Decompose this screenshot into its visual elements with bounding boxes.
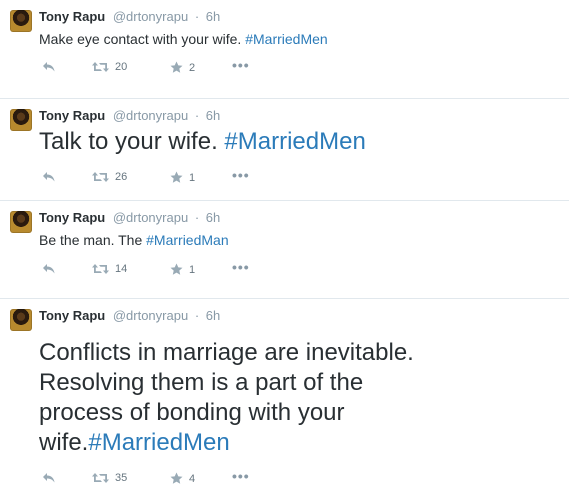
- separator: ·: [194, 108, 200, 123]
- more-icon: •••: [232, 167, 250, 183]
- timestamp[interactable]: 6h: [206, 308, 220, 323]
- retweet-button[interactable]: 20: [92, 61, 127, 73]
- tweet-header: Tony Rapu @drtonyrapu · 6h: [39, 210, 220, 226]
- retweet-count: 35: [115, 472, 128, 484]
- author-name[interactable]: Tony Rapu: [39, 210, 105, 225]
- timestamp[interactable]: 6h: [206, 210, 220, 225]
- favorite-button[interactable]: 2: [170, 61, 195, 74]
- favorite-count: 2: [189, 61, 196, 74]
- hashtag-link[interactable]: #MarriedMan: [146, 232, 228, 248]
- tweet-text-body: wife.: [39, 429, 89, 456]
- favorite-count: 4: [189, 472, 196, 485]
- tweet-header: Tony Rapu @drtonyrapu · 6h: [39, 9, 220, 25]
- favorite-button[interactable]: 4: [170, 472, 195, 485]
- more-button[interactable]: •••: [232, 259, 250, 275]
- tweet[interactable]: Tony Rapu @drtonyrapu · 6h Make eye cont…: [0, 0, 569, 99]
- reply-icon: [43, 473, 55, 483]
- favorite-count: 1: [189, 171, 196, 184]
- timeline: Tony Rapu @drtonyrapu · 6h Make eye cont…: [0, 0, 569, 497]
- separator: ·: [194, 308, 200, 323]
- reply-button[interactable]: [42, 263, 56, 275]
- hashtag-link[interactable]: #MarriedMen: [245, 31, 327, 47]
- timestamp[interactable]: 6h: [206, 108, 220, 123]
- star-icon: [170, 61, 183, 73]
- author-name[interactable]: Tony Rapu: [39, 9, 105, 24]
- tweet-text-line: process of bonding with your: [39, 399, 345, 426]
- retweet-icon: [92, 473, 109, 483]
- tweet-header: Tony Rapu @drtonyrapu · 6h: [39, 308, 220, 324]
- tweet-text-line: Resolving them is a part of the: [39, 369, 364, 396]
- more-icon: •••: [232, 468, 250, 484]
- separator: ·: [194, 9, 200, 24]
- more-icon: •••: [232, 57, 250, 73]
- hashtag-link[interactable]: #MarriedMen: [224, 128, 365, 155]
- reply-button[interactable]: [42, 171, 56, 183]
- favorite-count: 1: [189, 263, 196, 276]
- avatar[interactable]: [10, 211, 32, 233]
- more-icon: •••: [232, 259, 250, 275]
- star-icon: [170, 472, 183, 484]
- tweet[interactable]: Tony Rapu @drtonyrapu · 6h Be the man. T…: [0, 201, 569, 299]
- separator: ·: [194, 210, 200, 225]
- avatar[interactable]: [10, 109, 32, 131]
- star-icon: [170, 263, 183, 275]
- tweet-text: Talk to your wife. #MarriedMen: [39, 127, 366, 157]
- more-button[interactable]: •••: [232, 167, 250, 183]
- avatar[interactable]: [10, 10, 32, 32]
- favorite-button[interactable]: 1: [170, 171, 195, 184]
- author-handle[interactable]: @drtonyrapu: [113, 108, 188, 123]
- tweet-text-body: Make eye contact with your wife.: [39, 31, 246, 47]
- retweet-button[interactable]: 14: [92, 263, 127, 275]
- tweet-text: Be the man. The #MarriedMan: [39, 230, 229, 250]
- favorite-button[interactable]: 1: [170, 263, 195, 276]
- retweet-count: 26: [115, 171, 128, 183]
- star-icon: [170, 171, 183, 183]
- tweet-text-body: Be the man. The: [39, 232, 147, 248]
- tweet-text: Conflicts in marriage are inevitable. Re…: [39, 338, 414, 458]
- author-handle[interactable]: @drtonyrapu: [113, 210, 188, 225]
- author-handle[interactable]: @drtonyrapu: [113, 308, 188, 323]
- tweet-text-line: wife.#MarriedMen: [39, 428, 414, 458]
- retweet-count: 20: [115, 61, 128, 73]
- retweet-button[interactable]: 35: [92, 472, 127, 484]
- reply-icon: [43, 62, 55, 72]
- tweet[interactable]: Tony Rapu @drtonyrapu · 6h Conflicts in …: [0, 299, 569, 497]
- tweet[interactable]: Tony Rapu @drtonyrapu · 6h Talk to your …: [0, 99, 569, 201]
- retweet-icon: [92, 172, 109, 182]
- tweet-header: Tony Rapu @drtonyrapu · 6h: [39, 108, 220, 124]
- retweet-button[interactable]: 26: [92, 171, 127, 183]
- reply-icon: [43, 172, 55, 182]
- retweet-icon: [92, 264, 109, 274]
- retweet-icon: [92, 62, 109, 72]
- retweet-count: 14: [115, 263, 128, 275]
- author-name[interactable]: Tony Rapu: [39, 108, 105, 123]
- reply-button[interactable]: [42, 61, 56, 73]
- more-button[interactable]: •••: [232, 57, 250, 73]
- author-handle[interactable]: @drtonyrapu: [113, 9, 188, 24]
- author-name[interactable]: Tony Rapu: [39, 308, 105, 323]
- reply-icon: [43, 264, 55, 274]
- reply-button[interactable]: [42, 472, 56, 484]
- more-button[interactable]: •••: [232, 468, 250, 484]
- tweet-text-line: Conflicts in marriage are inevitable.: [39, 339, 414, 366]
- tweet-text-body: Talk to your wife.: [39, 128, 225, 155]
- hashtag-link[interactable]: #MarriedMen: [88, 429, 229, 456]
- avatar[interactable]: [10, 309, 32, 331]
- tweet-text: Make eye contact with your wife. #Marrie…: [39, 29, 328, 49]
- timestamp[interactable]: 6h: [206, 9, 220, 24]
